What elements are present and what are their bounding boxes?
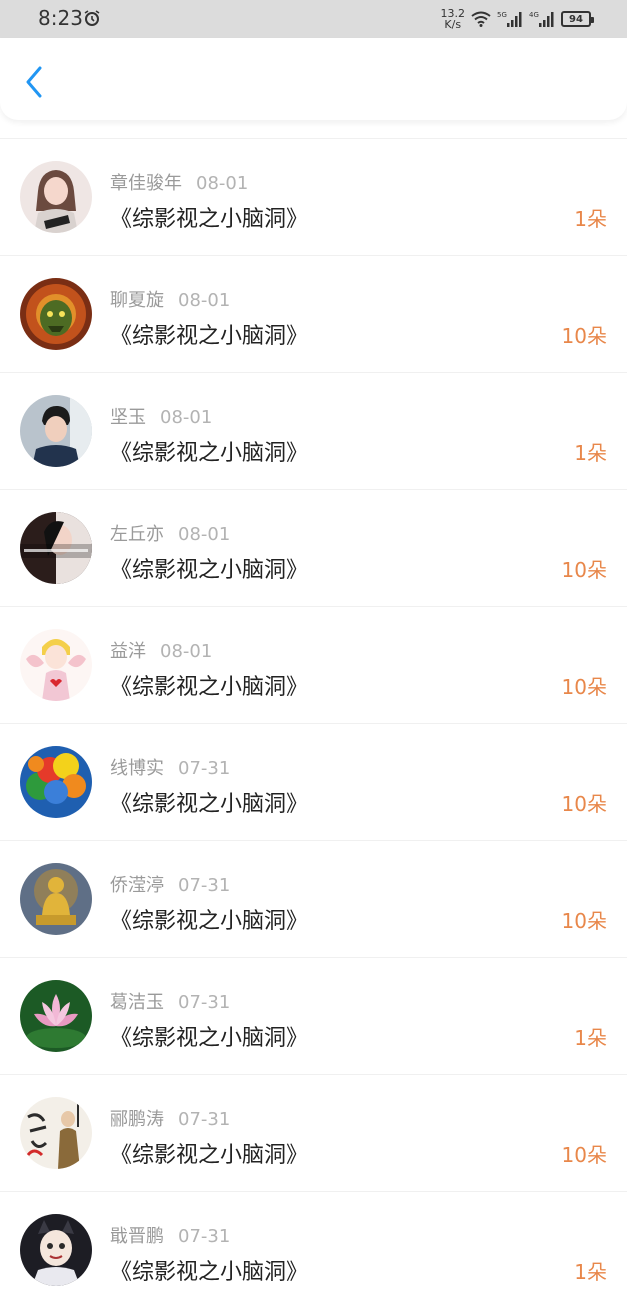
item-meta: 侨滢渟 07-31 xyxy=(110,871,230,897)
battery-icon: 94 xyxy=(561,11,594,27)
item-meta: 章佳骏年 08-01 xyxy=(110,169,248,195)
avatar-image xyxy=(20,512,92,584)
avatar[interactable] xyxy=(20,395,92,467)
item-date: 08-01 xyxy=(160,641,213,662)
gift-record-list: 章佳骏年 08-01 《综影视之小脑洞》 1朵 聊夏旋 08-01 《综影视之小脑洞… xyxy=(0,138,627,1308)
item-meta: 聊夏旋 08-01 xyxy=(110,286,230,312)
item-meta: 郦鹏涛 07-31 xyxy=(110,1105,230,1131)
sender-name: 章佳骏年 xyxy=(110,173,182,194)
status-bar: 8:23 13.2 K/s 5G 4G 94 xyxy=(0,0,627,38)
book-title: 《综影视之小脑洞》 xyxy=(110,1026,309,1051)
item-meta: 线博实 07-31 xyxy=(110,754,230,780)
sender-name: 郦鹏涛 xyxy=(110,1109,164,1130)
chevron-left-icon xyxy=(26,66,42,98)
avatar[interactable] xyxy=(20,746,92,818)
avatar-image xyxy=(20,746,92,818)
status-time: 8:23 xyxy=(38,6,83,30)
net-speed-unit: K/s xyxy=(444,18,462,31)
list-item[interactable]: 郦鹏涛 07-31 《综影视之小脑洞》 10朵 xyxy=(0,1074,627,1191)
alarm-icon xyxy=(84,10,100,26)
book-title: 《综影视之小脑洞》 xyxy=(110,441,309,466)
sender-name: 葛洁玉 xyxy=(110,992,164,1013)
book-title: 《综影视之小脑洞》 xyxy=(110,1260,309,1285)
sender-name: 聊夏旋 xyxy=(110,290,164,311)
sender-name: 坚玉 xyxy=(110,407,146,428)
sender-name: 线博实 xyxy=(110,758,164,779)
list-item[interactable]: 戢晋鹏 07-31 《综影视之小脑洞》 1朵 xyxy=(0,1191,627,1308)
item-meta: 葛洁玉 07-31 xyxy=(110,988,230,1014)
avatar[interactable] xyxy=(20,980,92,1052)
avatar-image xyxy=(20,161,92,233)
avatar[interactable] xyxy=(20,161,92,233)
item-date: 08-01 xyxy=(178,524,231,545)
book-title: 《综影视之小脑洞》 xyxy=(110,558,309,583)
gift-amount: 10朵 xyxy=(561,324,607,348)
gift-amount: 1朵 xyxy=(574,1026,607,1050)
gift-amount: 10朵 xyxy=(561,558,607,582)
list-item[interactable]: 章佳骏年 08-01 《综影视之小脑洞》 1朵 xyxy=(0,138,627,255)
signal-5g-icon: 5G xyxy=(497,11,522,27)
list-item[interactable]: 葛洁玉 07-31 《综影视之小脑洞》 1朵 xyxy=(0,957,627,1074)
back-button[interactable] xyxy=(18,62,50,102)
header xyxy=(0,38,627,120)
item-date: 07-31 xyxy=(178,758,231,779)
gift-amount: 10朵 xyxy=(561,792,607,816)
avatar[interactable] xyxy=(20,512,92,584)
sender-name: 侨滢渟 xyxy=(110,875,164,896)
book-title: 《综影视之小脑洞》 xyxy=(110,792,309,817)
item-date: 08-01 xyxy=(178,290,231,311)
list-item[interactable]: 聊夏旋 08-01 《综影视之小脑洞》 10朵 xyxy=(0,255,627,372)
item-meta: 坚玉 08-01 xyxy=(110,403,212,429)
item-date: 07-31 xyxy=(178,1226,231,1247)
status-right-group: 13.2 K/s 5G 4G 94 xyxy=(441,6,594,32)
gift-amount: 1朵 xyxy=(574,1260,607,1284)
item-meta: 左丘亦 08-01 xyxy=(110,520,230,546)
gift-amount: 10朵 xyxy=(561,909,607,933)
book-title: 《综影视之小脑洞》 xyxy=(110,324,309,349)
avatar-image xyxy=(20,1214,92,1286)
sender-name: 左丘亦 xyxy=(110,524,164,545)
book-title: 《综影视之小脑洞》 xyxy=(110,909,309,934)
gift-amount: 1朵 xyxy=(574,441,607,465)
sender-name: 益洋 xyxy=(110,641,146,662)
sender-name: 戢晋鹏 xyxy=(110,1226,164,1247)
book-title: 《综影视之小脑洞》 xyxy=(110,1143,309,1168)
item-meta: 益洋 08-01 xyxy=(110,637,212,663)
item-date: 08-01 xyxy=(160,407,213,428)
gift-amount: 10朵 xyxy=(561,1143,607,1167)
list-item[interactable]: 侨滢渟 07-31 《综影视之小脑洞》 10朵 xyxy=(0,840,627,957)
avatar-image xyxy=(20,863,92,935)
net-speed: 13.2 K/s xyxy=(441,8,466,30)
wifi-icon xyxy=(471,11,491,27)
item-meta: 戢晋鹏 07-31 xyxy=(110,1222,230,1248)
list-item[interactable]: 左丘亦 08-01 《综影视之小脑洞》 10朵 xyxy=(0,489,627,606)
avatar[interactable] xyxy=(20,1214,92,1286)
item-date: 07-31 xyxy=(178,875,231,896)
item-date: 07-31 xyxy=(178,1109,231,1130)
signal-4g-icon: 4G xyxy=(529,11,554,27)
avatar-image xyxy=(20,278,92,350)
book-title: 《综影视之小脑洞》 xyxy=(110,207,309,232)
item-date: 08-01 xyxy=(196,173,249,194)
avatar[interactable] xyxy=(20,863,92,935)
avatar-image xyxy=(20,395,92,467)
list-item[interactable]: 坚玉 08-01 《综影视之小脑洞》 1朵 xyxy=(0,372,627,489)
item-date: 07-31 xyxy=(178,992,231,1013)
avatar-image xyxy=(20,629,92,701)
list-item[interactable]: 线博实 07-31 《综影视之小脑洞》 10朵 xyxy=(0,723,627,840)
avatar[interactable] xyxy=(20,1097,92,1169)
avatar-image xyxy=(20,980,92,1052)
avatar-image xyxy=(20,1097,92,1169)
book-title: 《综影视之小脑洞》 xyxy=(110,675,309,700)
avatar[interactable] xyxy=(20,278,92,350)
gift-amount: 1朵 xyxy=(574,207,607,231)
svg-text:5G: 5G xyxy=(497,11,507,19)
gift-amount: 10朵 xyxy=(561,675,607,699)
list-item[interactable]: 益洋 08-01 《综影视之小脑洞》 10朵 xyxy=(0,606,627,723)
svg-text:4G: 4G xyxy=(529,11,539,19)
avatar[interactable] xyxy=(20,629,92,701)
